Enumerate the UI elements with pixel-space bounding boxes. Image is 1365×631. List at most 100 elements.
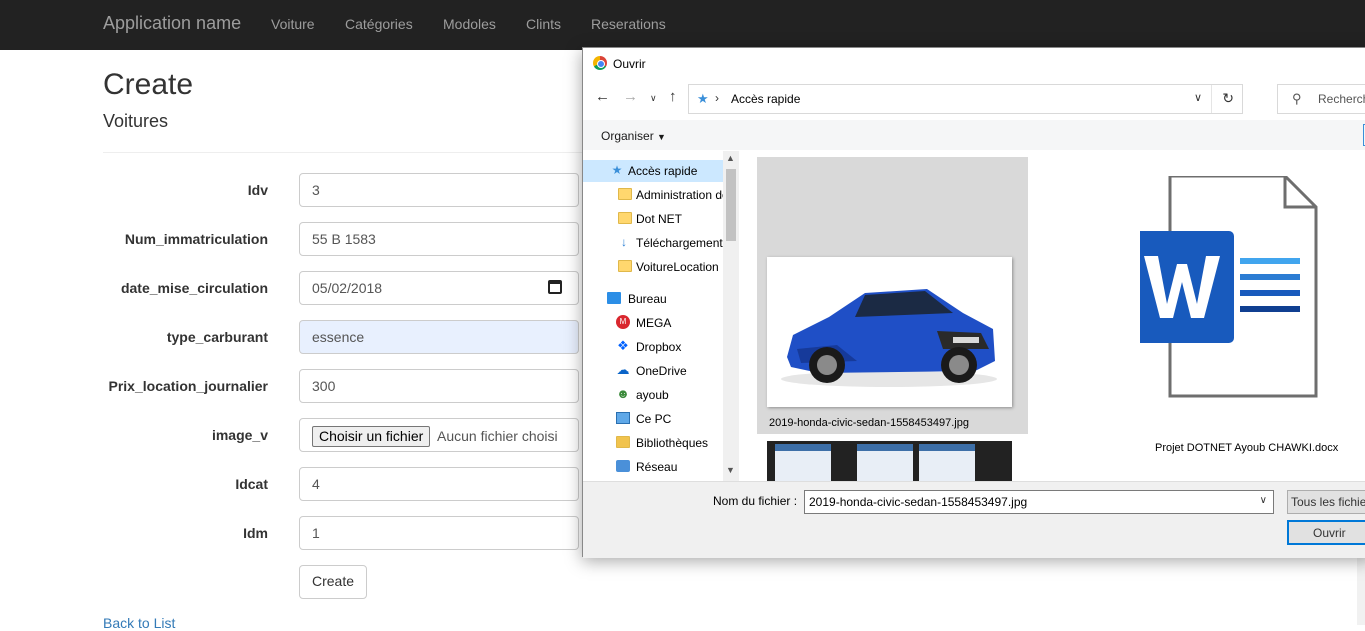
filename-input[interactable]: 2019-honda-civic-sedan-1558453497.jpg ∨ <box>804 490 1274 514</box>
divider <box>103 152 583 153</box>
address-bar[interactable]: ★ › Accès rapide ∨ ↻ <box>688 84 1243 114</box>
nav-item-label: Administration des <box>636 188 723 202</box>
breadcrumb-chevron-icon: › <box>715 91 719 105</box>
input-num-immatriculation[interactable]: 55 B 1583 <box>299 222 579 256</box>
back-arrow-icon[interactable]: ← <box>595 88 610 105</box>
nav-item-administration[interactable]: Administration des <box>583 184 723 206</box>
up-arrow-icon[interactable]: ↑ <box>669 88 677 105</box>
word-document-icon <box>1122 174 1318 398</box>
network-icon <box>616 460 630 472</box>
choose-file-button[interactable]: Choisir un fichier <box>312 426 431 447</box>
desktop-icon <box>607 292 621 304</box>
nav-item-bureau[interactable]: Bureau <box>583 288 723 310</box>
nav-item-label: ayoub <box>636 388 669 402</box>
nav-link-reserations[interactable]: Reserations <box>591 16 666 32</box>
create-button[interactable]: Create <box>299 565 368 599</box>
file-open-dialog: Ouvrir ← → ∨ ↑ ★ › Accès rapide ∨ ↻ ⚲ Re… <box>582 47 1365 558</box>
nav-item-voiturelocation[interactable]: VoitureLocation <box>583 256 723 278</box>
nav-item-bibliotheques[interactable]: Bibliothèques <box>583 432 723 454</box>
label-image-v: image_v <box>211 427 268 443</box>
nav-item-label: Accès rapide <box>628 164 698 178</box>
scroll-thumb[interactable] <box>726 169 736 241</box>
nav-item-ayoub[interactable]: ☻ ayoub <box>583 384 723 406</box>
screenshot-thumbnail[interactable] <box>767 441 1012 481</box>
dialog-toolbar: Organiser ▼ <box>583 120 1365 150</box>
input-image-v[interactable]: Choisir un fichier Aucun fichier choisi <box>299 418 579 452</box>
nav-pane-scrollbar[interactable]: ▲ ▼ <box>723 151 739 481</box>
date-value: 05/02/2018 <box>312 280 383 296</box>
nav-link-clints[interactable]: Clints <box>526 16 561 32</box>
file-name-label: 2019-honda-civic-sedan-1558453497.jpg <box>769 417 969 429</box>
star-icon: ★ <box>611 163 623 177</box>
folder-icon <box>618 188 632 200</box>
filename-value: 2019-honda-civic-sedan-1558453497.jpg <box>809 495 1028 509</box>
nav-item-label: Bibliothèques <box>636 436 709 450</box>
dialog-footer: Nom du fichier : 2019-honda-civic-sedan-… <box>583 481 1365 558</box>
nav-item-dot-net[interactable]: Dot NET <box>583 208 723 230</box>
user-icon: ☻ <box>616 386 630 401</box>
input-idm[interactable]: 1 <box>299 516 579 550</box>
search-box[interactable]: ⚲ Rechercher <box>1277 84 1365 114</box>
input-date-mise-circulation[interactable]: 05/02/2018 <box>299 271 579 305</box>
label-idv: Idv <box>247 182 268 198</box>
nav-item-acces-rapide[interactable]: ★ Accès rapide <box>583 160 723 182</box>
nav-item-dropbox[interactable]: ❖ Dropbox <box>583 336 723 358</box>
computer-icon <box>616 412 630 424</box>
label-idcat: Idcat <box>235 476 268 492</box>
address-divider <box>1211 85 1212 113</box>
caret-down-icon: ▼ <box>657 132 666 142</box>
label-date-mise-circulation: date_mise_circulation <box>120 280 268 296</box>
input-idcat[interactable]: 4 <box>299 467 579 501</box>
organiser-label: Organiser <box>601 129 654 143</box>
nav-item-label: MEGA <box>636 316 672 330</box>
nav-link-categories[interactable]: Catégories <box>345 16 413 32</box>
page-title: Create <box>103 68 194 101</box>
calendar-icon[interactable] <box>548 280 562 294</box>
folder-icon <box>618 260 632 272</box>
nav-link-modoles[interactable]: Modoles <box>443 16 496 32</box>
car-image-thumbnail <box>767 257 1012 407</box>
input-type-carburant[interactable]: essence <box>299 320 579 354</box>
scroll-up-icon[interactable]: ▲ <box>726 153 735 163</box>
navbar: Application name Voiture Catégories Modo… <box>0 0 1365 50</box>
mini-window-2 <box>857 444 913 481</box>
organiser-menu[interactable]: Organiser ▼ <box>601 129 666 143</box>
chrome-icon <box>593 56 607 70</box>
nav-item-onedrive[interactable]: ☁ OneDrive <box>583 360 723 382</box>
open-button[interactable]: Ouvrir <box>1287 520 1365 545</box>
nav-item-reseau[interactable]: Réseau <box>583 456 723 478</box>
address-dropdown-icon[interactable]: ∨ <box>1194 91 1202 104</box>
file-item-projet-docx[interactable]: Projet DOTNET Ayoub CHAWKI.docx <box>1122 174 1340 454</box>
navigation-pane: ★ Accès rapide Administration des Dot NE… <box>583 151 739 481</box>
cloud-icon: ☁ <box>616 362 630 377</box>
brand-link[interactable]: Application name <box>103 13 241 34</box>
label-prix-location: Prix_location_journalier <box>108 378 269 394</box>
nav-item-label: Dropbox <box>636 340 682 354</box>
file-item-honda-civic[interactable]: 2019-honda-civic-sedan-1558453497.jpg <box>757 157 1028 434</box>
forward-arrow-icon[interactable]: → <box>623 88 638 105</box>
nav-item-mega[interactable]: M MEGA <box>583 312 723 334</box>
filename-dropdown-icon[interactable]: ∨ <box>1260 495 1267 506</box>
nav-item-label: Bureau <box>628 292 667 306</box>
dialog-title: Ouvrir <box>613 57 646 71</box>
nav-item-label: Dot NET <box>636 212 683 226</box>
folder-icon <box>618 212 632 224</box>
library-icon <box>616 436 630 448</box>
file-list: 2019-honda-civic-sedan-1558453497.jpg Pr… <box>740 151 1365 481</box>
filename-label: Nom du fichier : <box>713 494 798 508</box>
scroll-down-icon[interactable]: ▼ <box>726 465 735 475</box>
mini-window-3 <box>919 444 975 481</box>
dropbox-icon: ❖ <box>617 338 629 353</box>
mega-icon: M <box>616 315 630 329</box>
file-type-filter[interactable]: Tous les fichiers <box>1287 490 1365 514</box>
refresh-icon[interactable]: ↻ <box>1222 90 1234 107</box>
nav-link-voiture[interactable]: Voiture <box>271 16 315 32</box>
nav-item-ce-pc[interactable]: Ce PC <box>583 408 723 430</box>
nav-item-telechargements[interactable]: ↓ Téléchargements <box>583 232 723 254</box>
label-type-carburant: type_carburant <box>166 329 268 345</box>
back-to-list-link[interactable]: Back to List <box>103 615 175 631</box>
input-idv[interactable]: 3 <box>299 173 579 207</box>
label-idm: Idm <box>243 525 268 541</box>
input-prix-location[interactable]: 300 <box>299 369 579 403</box>
recent-chevron-icon[interactable]: ∨ <box>650 93 657 104</box>
